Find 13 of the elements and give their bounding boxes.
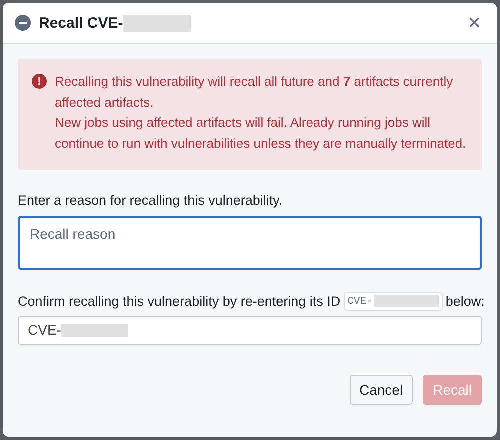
cancel-button[interactable]: Cancel bbox=[350, 374, 414, 405]
close-button[interactable]: × bbox=[464, 12, 485, 34]
reason-field[interactable]: Recall reason bbox=[18, 216, 482, 270]
reason-label: Enter a reason for recalling this vulnerability. bbox=[18, 193, 284, 208]
id-code: CVE- bbox=[344, 292, 443, 311]
dialog-title: Recall CVE- bbox=[39, 14, 124, 32]
warning-icon: ! bbox=[32, 74, 47, 89]
warning-text: New jobs using affected artifacts will fail. Already running jobs will continue to run with vulnerabilities unless they are manually terminated. bbox=[55, 114, 468, 153]
confirm-label-end: below: bbox=[446, 294, 485, 309]
warning-text: Recalling this vulnerability will recall all future and 7 artifacts currently affected artifacts. bbox=[55, 73, 454, 112]
minus-circle-icon bbox=[15, 15, 31, 31]
confirm-input-field[interactable]: CVE- bbox=[18, 316, 482, 345]
confirm-label: Confirm recalling this vulnerability by re-entering its ID bbox=[18, 294, 341, 309]
